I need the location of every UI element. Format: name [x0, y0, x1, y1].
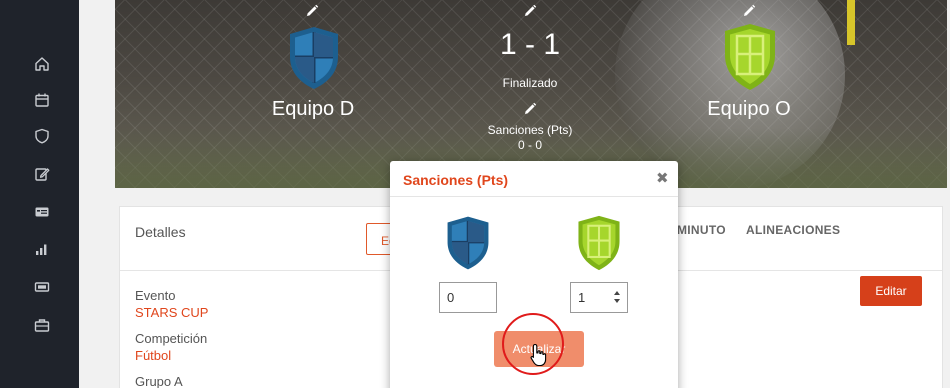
match-banner: Equipo D 1 - 1 Finalizado Sanciones (Pts…: [115, 0, 947, 188]
shield-icon[interactable]: [34, 128, 50, 144]
field-value-competicion[interactable]: Fútbol: [135, 348, 171, 363]
home-icon[interactable]: [34, 56, 50, 72]
field-value-evento[interactable]: STARS CUP: [135, 305, 208, 320]
home-team-shield-icon: [445, 213, 491, 273]
bar-chart-icon[interactable]: [34, 241, 50, 257]
away-team-shield-icon: [576, 213, 622, 273]
away-team-shield-icon: [722, 22, 778, 92]
home-team-name: Equipo D: [271, 98, 355, 120]
sidebar: [0, 0, 79, 388]
sanctions-label: Sanciones (Pts): [487, 123, 573, 137]
edit-button[interactable]: Editar: [860, 276, 922, 306]
match-score: 1 - 1: [499, 28, 561, 61]
edit-sanctions-pencil-icon[interactable]: [523, 102, 537, 116]
edit-away-team-pencil-icon[interactable]: [742, 4, 756, 18]
edit-home-team-pencil-icon[interactable]: [305, 4, 319, 18]
field-label-evento: Evento: [135, 288, 176, 303]
home-sanctions-input[interactable]: [439, 282, 497, 313]
edit-icon[interactable]: [34, 166, 50, 182]
away-team-name: Equipo O: [707, 98, 791, 120]
tab-alineaciones[interactable]: ALINEACIONES: [746, 223, 840, 237]
home-team-shield-icon: [287, 25, 341, 91]
goal-post-image: [847, 0, 855, 45]
match-status: Finalizado: [502, 76, 558, 90]
number-spinner-icon[interactable]: [613, 290, 621, 304]
ticket-icon[interactable]: [34, 279, 50, 295]
sanctions-value: 0 - 0: [517, 138, 542, 152]
edit-score-pencil-icon[interactable]: [523, 4, 537, 18]
modal-divider: [390, 196, 678, 197]
calendar-icon[interactable]: [34, 92, 50, 108]
hand-cursor-icon: [530, 343, 548, 367]
modal-title: Sanciones (Pts): [403, 172, 509, 188]
close-icon[interactable]: ✖: [656, 169, 669, 187]
field-label-grupo: Grupo A: [135, 374, 183, 388]
tab-minuto[interactable]: MINUTO: [677, 223, 726, 237]
id-card-icon[interactable]: [34, 204, 50, 220]
details-title: Detalles: [135, 224, 186, 240]
briefcase-icon[interactable]: [34, 317, 50, 333]
field-label-competicion: Competición: [135, 331, 208, 346]
